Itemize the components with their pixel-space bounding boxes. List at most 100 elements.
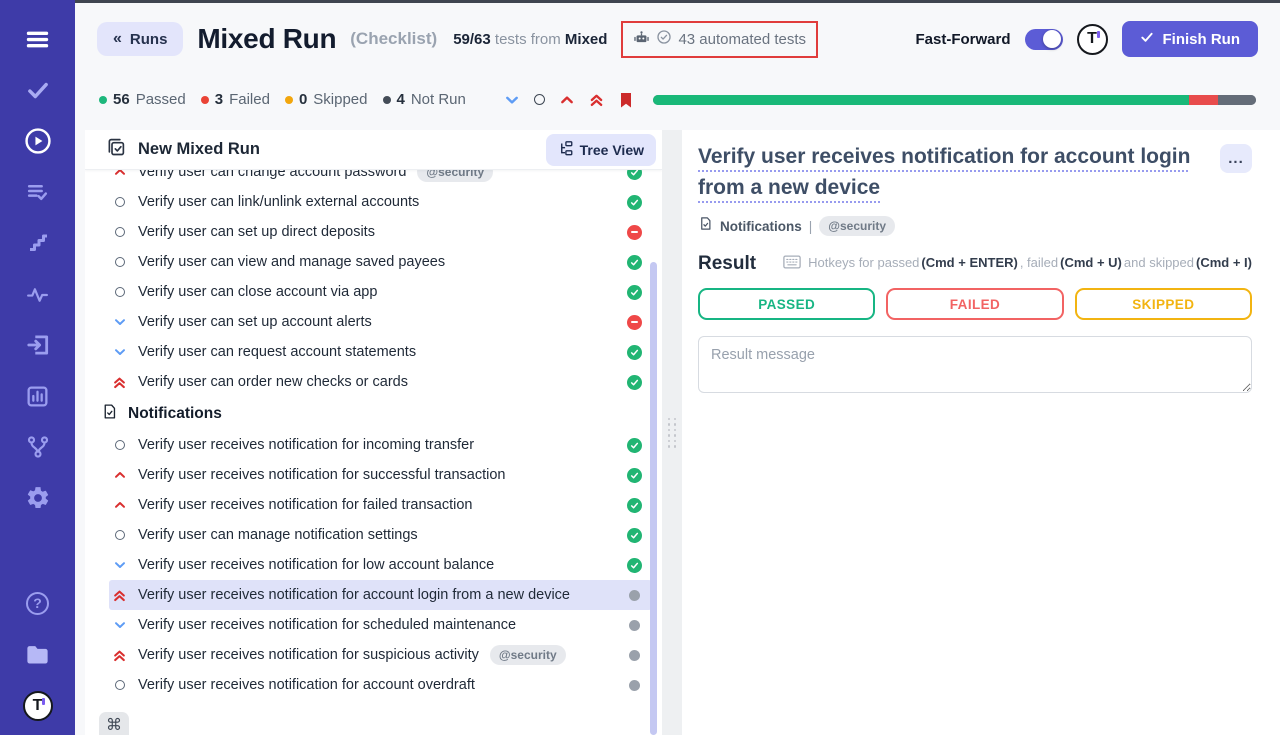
status-passed-icon — [626, 437, 642, 453]
branch-icon[interactable] — [24, 433, 52, 461]
document-check-icon — [698, 216, 713, 236]
priority-high-icon — [112, 470, 127, 480]
suite-breadcrumb[interactable]: Notifications — [720, 219, 802, 234]
test-list-icon[interactable] — [24, 178, 52, 206]
list-scrollbar[interactable] — [650, 262, 657, 735]
steps-icon[interactable] — [24, 229, 52, 257]
test-title: Verify user can set up account alerts — [138, 314, 372, 330]
detail-head: Verify user receives notification for ac… — [698, 141, 1252, 203]
header-right: Fast-Forward T Finish Run — [915, 21, 1258, 57]
logo-icon[interactable]: T — [23, 691, 53, 721]
menu-icon[interactable] — [24, 25, 52, 53]
analytics-icon[interactable] — [24, 382, 52, 410]
double-chevron-up-icon[interactable] — [589, 93, 604, 107]
test-row[interactable]: Verify user can set up direct deposits — [109, 217, 652, 247]
test-row[interactable]: Verify user can set up account alerts — [109, 307, 652, 337]
header: « Runs Mixed Run (Checklist) 59/63 tests… — [75, 3, 1280, 75]
test-title: Verify user receives notification for fa… — [138, 497, 472, 513]
test-row[interactable]: Verify user receives notification for ac… — [109, 670, 652, 700]
test-title: Verify user can request account statemen… — [138, 344, 416, 360]
result-row: Result Hotkeys for passed (Cmd + ENTER) … — [698, 253, 1252, 275]
status-passed-icon — [626, 527, 642, 543]
passed-label: Passed — [136, 91, 186, 108]
document-check-icon — [101, 403, 118, 425]
chevron-down-icon[interactable] — [505, 94, 519, 106]
not-run-label: Not Run — [411, 91, 466, 108]
tree-view-button[interactable]: Tree View — [546, 134, 656, 166]
pulse-icon[interactable] — [24, 280, 52, 308]
verdict-buttons: PASSED FAILED SKIPPED — [698, 288, 1252, 320]
progress-notrun — [1218, 95, 1256, 105]
test-row[interactable]: Verify user receives notification for lo… — [109, 550, 652, 580]
priority-normal-icon — [112, 227, 127, 237]
priority-high-icon — [112, 500, 127, 510]
hotkey-segment: , failed — [1020, 255, 1058, 270]
automated-tests-badge: 43 automated tests — [621, 21, 818, 58]
tree-view-label: Tree View — [580, 142, 644, 158]
import-icon[interactable] — [24, 331, 52, 359]
test-row[interactable]: Verify user receives notification for ac… — [109, 580, 652, 610]
stat-not-run: 4Not Run — [383, 91, 466, 108]
page-subtitle: (Checklist) — [350, 29, 437, 49]
content: « Runs Mixed Run (Checklist) 59/63 tests… — [75, 0, 1280, 735]
finish-run-button[interactable]: Finish Run — [1122, 21, 1259, 57]
tests-count-number: 59/63 — [453, 31, 491, 48]
test-row[interactable]: Verify user can manage notification sett… — [109, 520, 652, 550]
passed-count: 56 — [113, 91, 130, 108]
more-options-button[interactable]: ... — [1220, 144, 1252, 173]
help-icon[interactable]: ? — [24, 589, 52, 617]
priority-normal-icon — [112, 287, 127, 297]
gear-icon[interactable] — [24, 484, 52, 512]
verdict-button[interactable]: FAILED — [886, 288, 1063, 320]
run-play-icon[interactable] — [24, 127, 52, 155]
priority-normal-icon — [112, 530, 127, 540]
sidebar: ? T — [0, 0, 75, 735]
test-row[interactable]: Verify user receives notification for fa… — [109, 490, 652, 520]
test-title: Verify user receives notification for su… — [138, 467, 506, 483]
test-row[interactable]: Verify user can change account password … — [109, 170, 652, 187]
test-row[interactable]: Verify user receives notification for su… — [109, 460, 652, 490]
test-row[interactable]: Verify user receives notification for sc… — [109, 610, 652, 640]
priority-normal-icon — [112, 257, 127, 267]
test-row[interactable]: Verify user can view and manage saved pa… — [109, 247, 652, 277]
command-shortcut-button[interactable]: ⌘ — [99, 712, 129, 735]
test-row[interactable]: Verify user can request account statemen… — [109, 337, 652, 367]
circle-outline-icon[interactable] — [534, 94, 545, 105]
priority-high-icon — [112, 170, 127, 177]
test-row[interactable]: Verify user can order new checks or card… — [109, 367, 652, 397]
tests-from-label: tests from — [491, 31, 565, 48]
check-icon[interactable] — [24, 76, 52, 104]
verdict-button[interactable]: PASSED — [698, 288, 875, 320]
test-detail-title: Verify user receives notification for ac… — [698, 141, 1208, 203]
brand-logo-icon[interactable]: T — [1077, 24, 1108, 55]
circle-check-icon — [656, 29, 672, 49]
test-row[interactable]: Verify user receives notification for in… — [109, 430, 652, 460]
bookmark-icon[interactable] — [619, 92, 633, 108]
projects-folder-icon[interactable] — [24, 640, 52, 668]
test-title: Verify user can order new checks or card… — [138, 374, 408, 390]
status-not-run-icon — [626, 587, 642, 603]
test-row[interactable]: Verify user can close account via app — [109, 277, 652, 307]
priority-filter-icons — [505, 92, 633, 108]
result-message-input[interactable] — [698, 336, 1252, 393]
failed-count: 3 — [215, 91, 223, 108]
keyboard-icon — [783, 255, 801, 269]
test-row[interactable]: Verify user can link/unlink external acc… — [109, 187, 652, 217]
test-row[interactable]: Verify user receives notification for su… — [109, 640, 652, 670]
hotkey-segment: (Cmd + I) — [1196, 255, 1252, 270]
fast-forward-toggle[interactable] — [1025, 29, 1063, 50]
status-passed-icon — [626, 170, 642, 180]
test-detail-panel: Verify user receives notification for ac… — [682, 130, 1280, 735]
test-rows: Verify user can change account password … — [85, 170, 662, 735]
stat-failed: 3Failed — [201, 91, 270, 108]
back-to-runs-button[interactable]: « Runs — [97, 22, 183, 56]
priority-low-icon — [112, 317, 127, 327]
panel-resizer[interactable] — [662, 130, 682, 735]
verdict-button[interactable]: SKIPPED — [1075, 288, 1252, 320]
status-passed-icon — [626, 374, 642, 390]
priority-low-icon — [112, 560, 127, 570]
page-title: Mixed Run — [197, 23, 336, 55]
chevron-up-icon[interactable] — [560, 94, 574, 106]
skipped-count: 0 — [299, 91, 307, 108]
ellipsis-icon: ... — [1228, 150, 1244, 167]
